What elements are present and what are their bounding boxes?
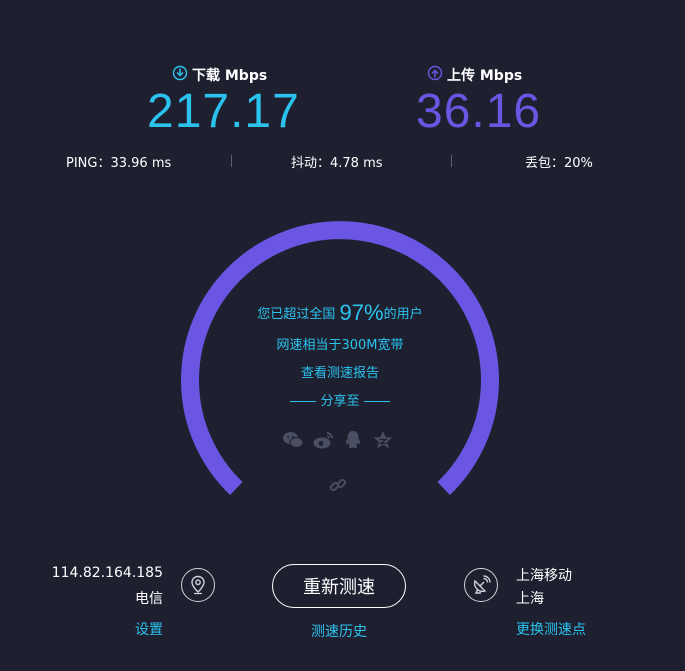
change-server-link[interactable]: 更换测速点 bbox=[516, 619, 586, 639]
link-icon[interactable] bbox=[327, 474, 349, 496]
test-history-link[interactable]: 测速历史 bbox=[311, 621, 367, 641]
packet-loss-stat: 丢包：20% bbox=[525, 156, 593, 171]
download-label: 下载 Mbps bbox=[192, 68, 268, 84]
download-speed-value: 217.17 bbox=[147, 85, 300, 138]
wechat-icon[interactable] bbox=[282, 429, 304, 451]
upload-speed-value: 36.16 bbox=[416, 85, 542, 138]
satellite-dish-icon bbox=[464, 568, 498, 602]
share-divider-right bbox=[363, 401, 390, 402]
upload-icon bbox=[427, 65, 443, 85]
share-label: 分享至 bbox=[320, 394, 360, 409]
location-pin-icon bbox=[181, 568, 215, 602]
speed-gauge-arc bbox=[181, 221, 499, 495]
beat-percent-line: 您已超过全国 97%的用户 bbox=[200, 300, 480, 326]
upload-label: 上传 Mbps bbox=[447, 68, 523, 84]
bandwidth-equivalent: 网速相当于300M宽带 bbox=[276, 338, 404, 353]
qq-icon[interactable] bbox=[342, 429, 364, 451]
download-header: 下载 Mbps bbox=[172, 65, 267, 85]
beat-prefix: 您已超过全国 bbox=[257, 307, 336, 322]
server-name: 上海移动 bbox=[516, 568, 572, 584]
divider bbox=[451, 155, 452, 167]
retest-button[interactable]: 重新测速 bbox=[272, 564, 406, 608]
qzone-icon[interactable] bbox=[372, 429, 394, 451]
view-report-link[interactable]: 查看测速报告 bbox=[200, 362, 480, 381]
client-isp: 电信 bbox=[135, 591, 163, 607]
beat-percent: 97% bbox=[339, 300, 384, 325]
weibo-icon[interactable] bbox=[312, 429, 334, 451]
jitter-stat: 抖动：4.78 ms bbox=[291, 156, 383, 171]
client-ip: 114.82.164.185 bbox=[51, 565, 163, 581]
server-city: 上海 bbox=[516, 591, 544, 607]
upload-header: 上传 Mbps bbox=[427, 65, 522, 85]
settings-link[interactable]: 设置 bbox=[135, 619, 163, 639]
download-icon bbox=[172, 65, 188, 85]
beat-suffix: 的用户 bbox=[383, 307, 423, 322]
divider bbox=[231, 155, 232, 167]
share-icons bbox=[282, 429, 394, 451]
ping-stat: PING：33.96 ms bbox=[66, 156, 172, 171]
share-divider-left bbox=[290, 401, 317, 402]
share-label-row: 分享至 bbox=[200, 390, 480, 409]
